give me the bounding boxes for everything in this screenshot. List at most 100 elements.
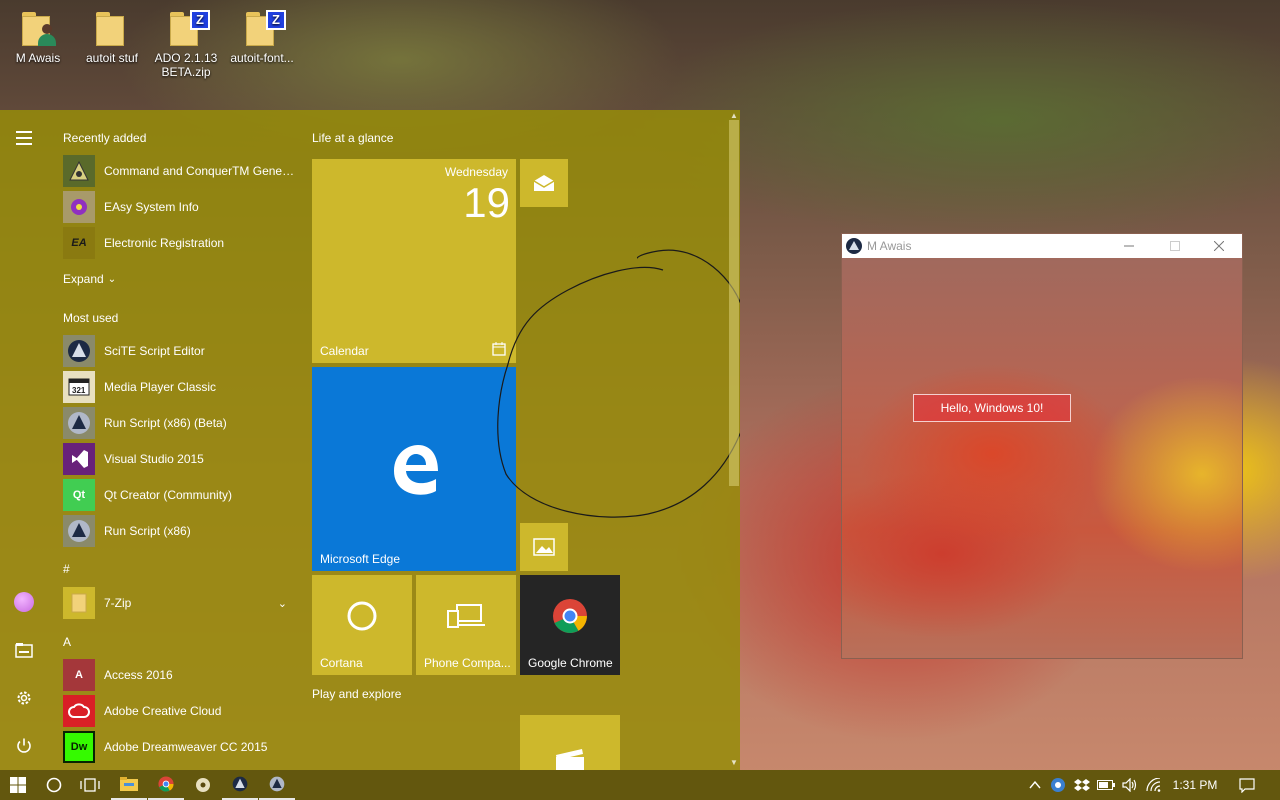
battery-button[interactable] — [1094, 770, 1118, 800]
list-item[interactable]: EA Electronic Registration — [63, 226, 295, 260]
desktop-icon-label: autoit stuf — [85, 51, 139, 65]
taskbar-autoit[interactable] — [222, 770, 258, 800]
zip-folder-icon: Z — [168, 10, 210, 46]
tile-group-title[interactable]: Play and explore — [312, 687, 401, 701]
desktop-icon-m-awais[interactable]: M Awais — [0, 8, 76, 65]
volume-button[interactable] — [1118, 770, 1142, 800]
start-rail — [0, 110, 48, 770]
list-item[interactable]: 321 Media Player Classic — [63, 370, 295, 404]
tray-app-button[interactable] — [1046, 770, 1070, 800]
cortana-icon — [46, 777, 62, 793]
list-item[interactable]: Run Script (x86) — [63, 514, 295, 548]
folder-icon — [63, 587, 95, 619]
list-item[interactable]: Visual Studio 2015 — [63, 442, 295, 476]
scroll-down-icon[interactable]: ▼ — [728, 758, 740, 767]
minimize-button[interactable] — [1106, 234, 1152, 258]
chevron-down-icon[interactable]: ⌄ — [278, 597, 287, 610]
taskbar-media-player[interactable] — [185, 770, 221, 800]
desktop-icon-autoit-font[interactable]: Z autoit-font... — [224, 8, 300, 65]
list-item[interactable]: SciTE Script Editor — [63, 334, 295, 368]
cortana-button[interactable] — [36, 770, 72, 800]
avatar — [14, 592, 34, 612]
phone-companion-icon — [447, 604, 485, 628]
hamburger-menu-button[interactable] — [4, 122, 44, 154]
action-center-button[interactable] — [1232, 770, 1262, 800]
battery-icon — [1097, 780, 1115, 790]
user-folder-icon — [20, 12, 56, 46]
minimize-icon — [1124, 245, 1134, 247]
hello-button[interactable]: Hello, Windows 10! — [913, 394, 1071, 422]
scroll-up-icon[interactable]: ▲ — [728, 111, 740, 120]
dreamweaver-icon: Dw — [63, 731, 95, 763]
start-menu: Recently added Command and ConquerTM Gen… — [0, 110, 740, 770]
folder-icon — [120, 777, 138, 791]
mail-tile[interactable] — [520, 159, 568, 207]
scroll-thumb[interactable] — [729, 120, 739, 486]
taskbar-autoit-window[interactable] — [259, 770, 295, 800]
taskbar-chrome[interactable] — [148, 770, 184, 800]
windows-logo-icon — [10, 777, 26, 793]
visual-studio-icon — [63, 443, 95, 475]
wifi-icon — [1146, 778, 1161, 792]
calendar-day-name: Wednesday — [444, 165, 508, 179]
window-titlebar[interactable]: M Awais — [842, 234, 1242, 258]
dropbox-button[interactable] — [1070, 770, 1094, 800]
list-item[interactable]: Dw Adobe Dreamweaver CC 2015 — [63, 730, 295, 764]
access-icon: A — [63, 659, 95, 691]
ea-icon: EA — [63, 227, 95, 259]
settings-button[interactable] — [4, 682, 44, 714]
chrome-icon — [553, 599, 587, 633]
expand-button[interactable]: Expand ⌄ — [63, 272, 116, 286]
clock[interactable]: 1:31 PM — [1164, 770, 1226, 800]
microsoft-edge-tile[interactable]: Microsoft Edge — [312, 367, 516, 571]
most-used-header: Most used — [63, 311, 119, 325]
movies-tile[interactable] — [520, 715, 620, 770]
list-item[interactable]: Adobe Creative Cloud — [63, 694, 295, 728]
list-item[interactable]: A Access 2016 — [63, 658, 295, 692]
expand-label: Expand — [63, 272, 104, 286]
zip-folder-icon: Z — [244, 10, 286, 46]
list-item[interactable]: Qt Qt Creator (Community) — [63, 478, 295, 512]
photos-tile[interactable] — [520, 523, 568, 571]
app-list: Recently added Command and ConquerTM Gen… — [48, 110, 298, 770]
chevron-up-icon — [1029, 781, 1041, 789]
chrome-icon — [158, 776, 174, 792]
task-view-button[interactable] — [72, 770, 108, 800]
start-button[interactable] — [0, 770, 36, 800]
start-menu-scrollbar[interactable]: ▲ ▼ — [728, 110, 740, 770]
phone-companion-tile[interactable]: Phone Compa... — [416, 575, 516, 675]
power-icon — [17, 738, 31, 753]
desktop-icon-label: ADO 2.1.13 BETA.zip — [154, 51, 218, 79]
list-item[interactable]: Command and ConquerTM Gener... — [63, 154, 295, 188]
user-account-button[interactable] — [4, 586, 44, 618]
show-hidden-icons-button[interactable] — [1024, 770, 1046, 800]
calendar-tile[interactable]: Wednesday 19 Calendar — [312, 159, 516, 363]
power-button[interactable] — [4, 730, 44, 762]
list-item[interactable]: EAsy System Info — [63, 190, 295, 224]
desktop-icon-label: M Awais — [15, 51, 61, 65]
tile-group-title[interactable]: Life at a glance — [312, 131, 393, 145]
desktop-icon-autoit-stuf[interactable]: autoit stuf — [74, 8, 150, 65]
list-item[interactable]: Run Script (x86) (Beta) — [63, 406, 295, 440]
desktop-icon-ado-zip[interactable]: Z ADO 2.1.13 BETA.zip — [148, 8, 224, 79]
app-window: M Awais Hello, Windows 10! — [841, 233, 1243, 659]
film-icon — [556, 749, 584, 770]
close-icon — [1214, 241, 1224, 251]
cortana-tile[interactable]: Cortana — [312, 575, 412, 675]
a-header[interactable]: A — [63, 635, 71, 649]
qt-creator-icon: Qt — [63, 479, 95, 511]
volume-icon — [1122, 778, 1137, 792]
tray-app-icon — [1051, 778, 1065, 792]
tile-label: Phone Compa... — [424, 656, 511, 670]
maximize-button[interactable] — [1152, 234, 1198, 258]
google-chrome-tile[interactable]: Google Chrome — [520, 575, 620, 675]
taskbar-file-explorer[interactable] — [111, 770, 147, 800]
task-view-icon — [80, 778, 100, 792]
recently-added-header: Recently added — [63, 131, 147, 145]
list-item[interactable]: 7-Zip ⌄ — [63, 586, 295, 620]
wifi-button[interactable] — [1142, 770, 1166, 800]
close-button[interactable] — [1196, 234, 1242, 258]
file-explorer-button[interactable] — [4, 634, 44, 666]
maximize-icon — [1170, 241, 1180, 251]
hash-header[interactable]: # — [63, 562, 70, 576]
